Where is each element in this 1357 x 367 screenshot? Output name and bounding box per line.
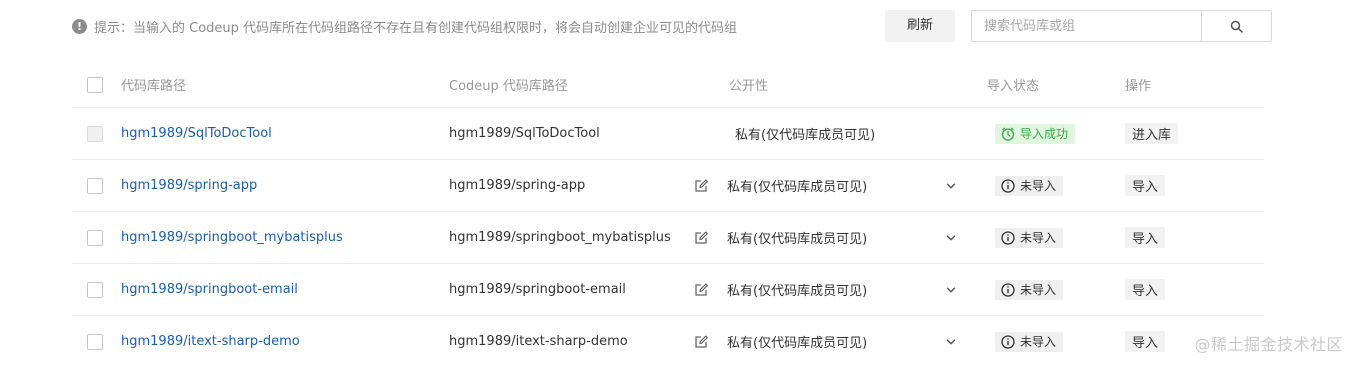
select-all-checkbox[interactable] [87,76,103,93]
row-checkbox [87,125,103,142]
chevron-down-icon[interactable] [945,336,957,348]
info-circle-icon [1001,334,1015,349]
status-label: 未导入 [1020,283,1057,297]
codeup-path-text: hgm1989/spring-app [449,178,586,193]
status-label: 未导入 [1020,231,1057,245]
column-header-status: 导入状态 [987,79,1040,94]
clock-icon [1001,127,1015,141]
repo-path-link[interactable]: hgm1989/spring-app [121,178,257,193]
import-tip: ! 提示：当输入的 Codeup 代码库所在代码组路径不存在且有创建代码组权限时… [72,17,737,36]
codeup-path-text: hgm1989/springboot_mybatisplus [449,230,671,245]
status-badge: 未导入 [995,279,1064,300]
status-badge: 未导入 [995,175,1064,196]
codeup-path-text: hgm1989/SqlToDocTool [449,126,600,141]
edit-icon[interactable] [694,282,709,297]
info-circle-icon [1001,230,1015,245]
table-header: 代码库路径 Codeup 代码库路径 公开性 导入状态 操作 [72,62,1264,108]
exclamation-circle-icon: ! [72,19,87,34]
visibility-select[interactable]: 私有(仅代码库成员可见) [727,176,867,195]
info-circle-icon [1001,282,1015,297]
search-input[interactable] [972,11,1201,41]
table-row: hgm1989/itext-sharp-demo hgm1989/itext-sh… [72,316,1264,367]
visibility-select[interactable]: 私有(仅代码库成员可见) [727,280,867,299]
search-button[interactable] [1201,11,1271,41]
edit-icon[interactable] [694,230,709,245]
search-box [971,10,1272,42]
chevron-down-icon[interactable] [945,284,957,296]
watermark: @稀土掘金技术社区 [1194,335,1343,354]
row-checkbox[interactable] [87,229,103,246]
status-label: 导入成功 [1020,127,1069,141]
column-header-visibility: 公开性 [729,79,769,94]
chevron-down-icon[interactable] [945,180,957,192]
chevron-down-icon[interactable] [945,232,957,244]
info-circle-icon [1001,178,1015,193]
toolbar: ! 提示：当输入的 Codeup 代码库所在代码组路径不存在且有创建代码组权限时… [72,10,1272,42]
visibility-text: 私有(仅代码库成员可见) [735,128,876,143]
import-button[interactable]: 导入 [1125,227,1166,248]
row-checkbox[interactable] [87,333,103,350]
table-row: hgm1989/spring-app hgm1989/spring-app 私有(仅… [72,160,1264,212]
search-icon [1230,20,1243,33]
table-row: hgm1989/SqlToDocTool hgm1989/SqlToDocTool… [72,108,1264,160]
status-badge: 未导入 [995,227,1064,248]
import-button[interactable]: 导入 [1125,331,1166,352]
edit-icon[interactable] [694,334,709,349]
import-button[interactable]: 导入 [1125,175,1166,196]
column-header-action: 操作 [1125,79,1152,94]
status-label: 未导入 [1020,335,1057,349]
repo-import-table: 代码库路径 Codeup 代码库路径 公开性 导入状态 操作 hgm1989/S… [72,62,1264,367]
column-header-path: 代码库路径 [121,79,187,94]
table-row: hgm1989/springboot_mybatisplus hgm1989/sp… [72,212,1264,264]
row-checkbox[interactable] [87,177,103,194]
repo-path-link[interactable]: hgm1989/itext-sharp-demo [121,334,300,349]
repo-path-link[interactable]: hgm1989/springboot-email [121,282,298,297]
status-label: 未导入 [1020,179,1057,193]
import-button[interactable]: 导入 [1125,279,1166,300]
column-header-codeup-path: Codeup 代码库路径 [449,79,568,94]
repo-path-link[interactable]: hgm1989/SqlToDocTool [121,126,272,141]
table-row: hgm1989/springboot-email hgm1989/springbo… [72,264,1264,316]
visibility-select[interactable]: 私有(仅代码库成员可见) [727,228,867,247]
status-badge: 导入成功 [995,123,1076,144]
visibility-select[interactable]: 私有(仅代码库成员可见) [727,332,867,351]
refresh-button[interactable]: 刷新 [885,10,955,42]
codeup-path-text: hgm1989/springboot-email [449,282,626,297]
repo-path-link[interactable]: hgm1989/springboot_mybatisplus [121,230,343,245]
enter-repo-button[interactable]: 进入库 [1125,123,1179,144]
tip-text: 提示：当输入的 Codeup 代码库所在代码组路径不存在且有创建代码组权限时，将… [94,21,738,36]
codeup-path-text: hgm1989/itext-sharp-demo [449,334,628,349]
row-checkbox[interactable] [87,281,103,298]
status-badge: 未导入 [995,331,1064,352]
edit-icon[interactable] [694,178,709,193]
